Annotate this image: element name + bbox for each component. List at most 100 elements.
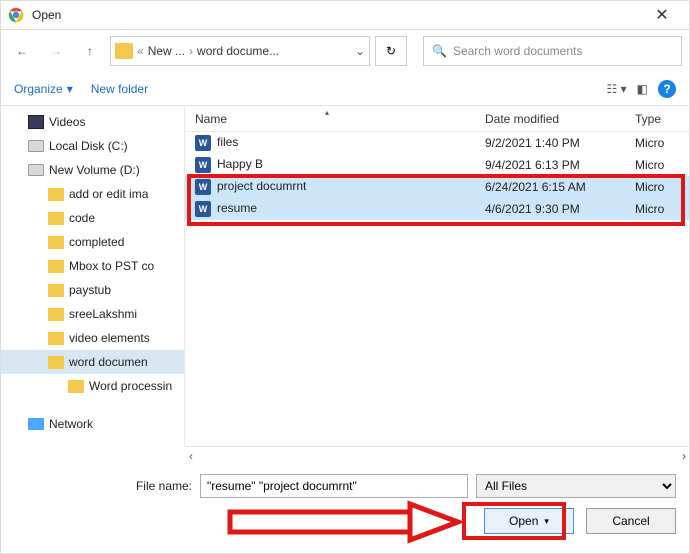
chevron-down-icon[interactable]: ⌄ — [355, 44, 365, 58]
file-list[interactable]: Wfiles9/2/2021 1:40 PMMicroWHappy B9/4/2… — [185, 132, 690, 220]
tree-item[interactable]: Videos — [0, 110, 184, 134]
view-menu[interactable]: ☷ ▾ — [607, 82, 627, 96]
tree-item-label: paystub — [69, 283, 111, 297]
file-name: project documrnt — [217, 179, 306, 193]
window-title: Open — [32, 8, 642, 22]
tree-item-label: video elements — [69, 331, 150, 345]
folder-tree[interactable]: Videos Local Disk (C:) New Volume (D:) add … — [0, 106, 185, 446]
filename-input[interactable] — [200, 474, 468, 498]
breadcrumb-1[interactable]: New ... — [148, 44, 185, 58]
tree-item[interactable]: completed — [0, 230, 184, 254]
up-button[interactable]: ↑ — [76, 37, 104, 65]
folder-icon — [48, 188, 64, 201]
video-icon — [28, 115, 44, 129]
word-icon: W — [195, 135, 211, 151]
column-headers[interactable]: ▴ Name Date modified Type — [185, 106, 690, 132]
tree-item[interactable]: New Volume (D:) — [0, 158, 184, 182]
search-icon: 🔍 — [432, 44, 447, 58]
tree-item-label: word documen — [69, 355, 148, 369]
address-bar[interactable]: « New ... › word docume... ⌄ — [110, 36, 370, 66]
word-icon: W — [195, 201, 211, 217]
word-icon: W — [195, 157, 211, 173]
tree-item[interactable]: add or edit ima — [0, 182, 184, 206]
word-icon: W — [195, 179, 211, 195]
filetype-filter[interactable]: All Files — [476, 474, 676, 498]
search-placeholder: Search word documents — [453, 44, 582, 58]
scroll-left-icon[interactable]: ‹ — [189, 449, 193, 463]
column-name[interactable]: Name — [185, 112, 475, 126]
preview-pane-button[interactable]: ◧ — [637, 82, 648, 96]
forward-button: → — [42, 37, 70, 65]
app-icon — [8, 7, 24, 23]
file-type: Micro — [625, 158, 690, 172]
file-name: Happy B — [217, 157, 263, 171]
file-row[interactable]: W Happy B 9/4/2021 6:13 PMMicro — [185, 154, 690, 176]
file-date: 9/4/2021 6:13 PM — [475, 158, 625, 172]
tree-item[interactable]: video elements — [0, 326, 184, 350]
folder-icon — [48, 284, 64, 297]
tree-item-label: add or edit ima — [69, 187, 148, 201]
open-button-label: Open — [509, 514, 538, 528]
back-button[interactable]: ← — [8, 37, 36, 65]
scroll-right-icon[interactable]: › — [682, 449, 686, 463]
folder-icon — [115, 43, 133, 59]
tree-item-label: New Volume (D:) — [49, 163, 140, 177]
open-split-icon[interactable]: ▾ — [544, 516, 549, 527]
new-folder-button[interactable]: New folder — [91, 82, 148, 96]
folder-icon — [48, 308, 64, 321]
tree-item[interactable]: paystub — [0, 278, 184, 302]
folder-icon — [48, 212, 64, 225]
file-row[interactable]: Wproject documrnt 6/24/2021 6:15 AMMicro — [185, 176, 690, 198]
sort-indicator-icon: ▴ — [325, 108, 329, 117]
disk-icon — [28, 164, 44, 176]
refresh-button[interactable]: ↻ — [375, 36, 407, 66]
tree-item[interactable]: Word processin — [0, 374, 184, 398]
tree-item-label: Videos — [49, 115, 85, 129]
folder-icon — [68, 380, 84, 393]
file-type: Micro — [625, 180, 690, 194]
file-row[interactable]: Wfiles 9/2/2021 1:40 PMMicro — [185, 132, 690, 154]
tree-item[interactable]: word documen — [0, 350, 184, 374]
folder-icon — [48, 260, 64, 273]
file-date: 9/2/2021 1:40 PM — [475, 136, 625, 150]
tree-item-label: completed — [69, 235, 124, 249]
horizontal-scrollbar[interactable]: ‹ › — [185, 446, 690, 464]
organize-label: Organize — [14, 82, 63, 96]
file-type: Micro — [625, 136, 690, 150]
column-date[interactable]: Date modified — [475, 112, 625, 126]
tree-item[interactable]: Network — [0, 412, 184, 436]
file-name: files — [217, 135, 238, 149]
help-icon[interactable]: ? — [658, 80, 676, 98]
file-name: resume — [217, 201, 257, 215]
tree-item[interactable]: Mbox to PST co — [0, 254, 184, 278]
tree-item[interactable]: sreeLakshmi — [0, 302, 184, 326]
cancel-button[interactable]: Cancel — [586, 508, 676, 534]
tree-item-label: Word processin — [89, 379, 172, 393]
search-input[interactable]: 🔍 Search word documents — [423, 36, 682, 66]
file-row[interactable]: Wresume 4/6/2021 9:30 PMMicro — [185, 198, 690, 220]
chevron-right-icon: › — [189, 44, 193, 58]
tree-item[interactable]: Local Disk (C:) — [0, 134, 184, 158]
tree-item-label: Local Disk (C:) — [49, 139, 128, 153]
open-button[interactable]: Open ▾ — [484, 508, 574, 534]
tree-item-label: Network — [49, 417, 93, 431]
breadcrumb-2[interactable]: word docume... — [197, 44, 279, 58]
column-type[interactable]: Type — [625, 112, 690, 126]
filename-label: File name: — [14, 479, 192, 493]
tree-item-label: code — [69, 211, 95, 225]
file-date: 4/6/2021 9:30 PM — [475, 202, 625, 216]
chevron-down-icon: ▾ — [67, 82, 73, 96]
folder-icon — [48, 332, 64, 345]
tree-item-label: sreeLakshmi — [69, 307, 137, 321]
folder-icon — [48, 356, 64, 369]
tree-item-label: Mbox to PST co — [69, 259, 154, 273]
disk-icon — [28, 140, 44, 152]
file-type: Micro — [625, 202, 690, 216]
tree-item[interactable]: code — [0, 206, 184, 230]
file-date: 6/24/2021 6:15 AM — [475, 180, 625, 194]
breadcrumb-overflow: « — [137, 44, 144, 58]
net-icon — [28, 418, 44, 430]
folder-icon — [48, 236, 64, 249]
organize-menu[interactable]: Organize ▾ — [14, 82, 73, 96]
close-icon[interactable]: ✕ — [642, 5, 682, 25]
